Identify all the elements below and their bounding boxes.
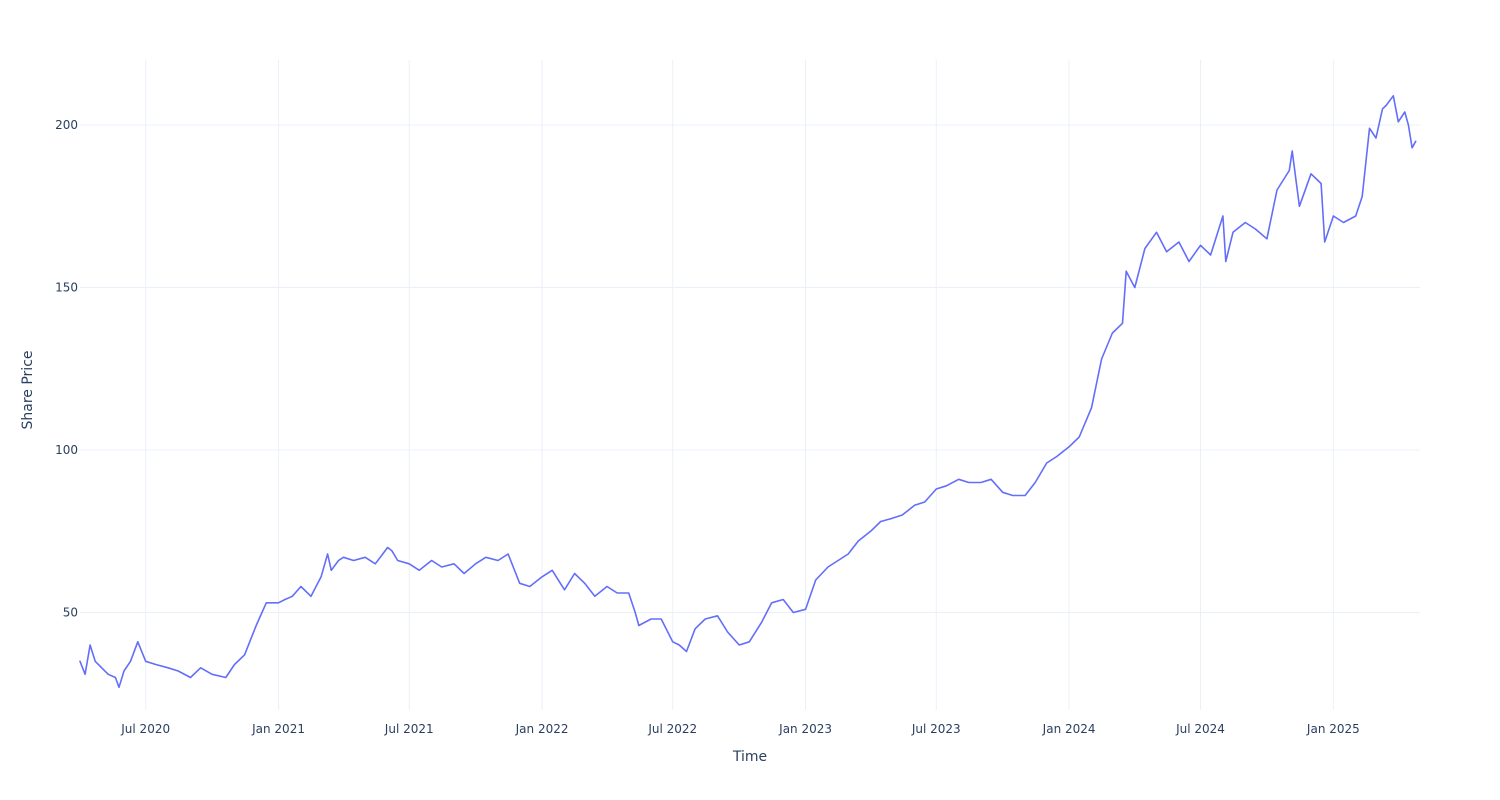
y-axis-title: Share Price: [20, 350, 36, 429]
x-tick-label: Jan 2024: [1042, 722, 1096, 736]
x-tick-label: Jan 2025: [1306, 722, 1360, 736]
line-chart: Jul 2020 Jan 2021 Jul 2021 Jan 2022 Jul 2022…: [0, 0, 1500, 800]
x-tick-label: Jul 2020: [120, 722, 170, 736]
chart-background: [0, 0, 1500, 800]
x-tick-label: Jul 2022: [647, 722, 697, 736]
x-axis-title: Time: [732, 749, 767, 765]
x-tick-label: Jan 2023: [778, 722, 832, 736]
x-tick-label: Jul 2023: [911, 722, 961, 736]
x-tick-label: Jan 2022: [515, 722, 569, 736]
x-tick-label: Jan 2021: [251, 722, 305, 736]
x-tick-label: Jul 2021: [384, 722, 434, 736]
y-tick-label: 100: [55, 443, 78, 457]
y-tick-label: 150: [55, 281, 78, 295]
y-tick-label: 50: [63, 606, 78, 620]
x-tick-label: Jul 2024: [1175, 722, 1225, 736]
y-tick-label: 200: [55, 118, 78, 132]
